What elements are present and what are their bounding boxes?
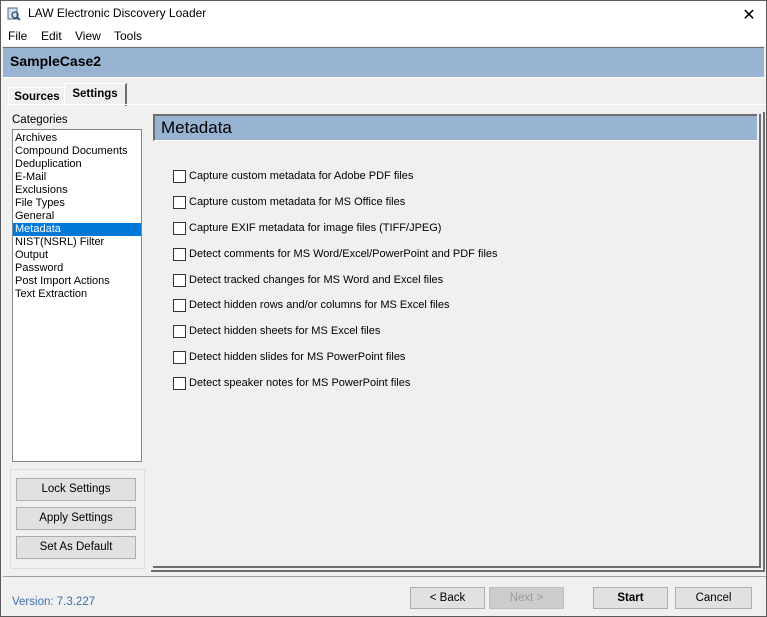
panel-title: Metadata	[161, 118, 232, 137]
option-detect-hidden-rows-columns[interactable]: Detect hidden rows and/or columns for MS…	[173, 297, 449, 313]
category-post-import-actions[interactable]: Post Import Actions	[13, 275, 141, 288]
case-name: SampleCase2	[10, 53, 102, 69]
category-archives[interactable]: Archives	[13, 132, 141, 145]
title-bar: LAW Electronic Discovery Loader ✕	[1, 1, 766, 28]
footer-divider	[3, 576, 766, 577]
tab-settings[interactable]: Settings	[64, 83, 127, 106]
menu-file[interactable]: File	[8, 29, 27, 43]
category-nist-filter[interactable]: NIST(NSRL) Filter	[13, 236, 141, 249]
option-label: Detect speaker notes for MS PowerPoint f…	[189, 377, 411, 389]
checkbox[interactable]	[173, 247, 186, 261]
category-general[interactable]: General	[13, 210, 141, 223]
metadata-panel: Metadata Capture custom metadata for Ado…	[153, 114, 761, 568]
checkbox[interactable]	[173, 195, 186, 209]
option-detect-speaker-notes[interactable]: Detect speaker notes for MS PowerPoint f…	[173, 375, 410, 391]
set-as-default-button[interactable]: Set As Default	[16, 536, 136, 559]
menu-tools[interactable]: Tools	[114, 29, 142, 43]
category-metadata[interactable]: Metadata	[13, 223, 141, 236]
category-password[interactable]: Password	[13, 262, 141, 275]
menu-view[interactable]: View	[75, 29, 101, 43]
category-file-types[interactable]: File Types	[13, 197, 141, 210]
version-label: Version: 7.3.227	[12, 596, 96, 608]
start-button[interactable]: Start	[593, 587, 668, 609]
option-detect-comments[interactable]: Detect comments for MS Word/Excel/PowerP…	[173, 246, 498, 262]
option-label: Capture custom metadata for Adobe PDF fi…	[189, 170, 414, 182]
option-label: Detect hidden sheets for MS Excel files	[189, 325, 381, 337]
checkbox[interactable]	[173, 350, 186, 364]
option-label: Detect hidden rows and/or columns for MS…	[189, 299, 450, 311]
categories-list[interactable]: Archives Compound Documents Deduplicatio…	[12, 129, 142, 462]
option-ms-office-metadata[interactable]: Capture custom metadata for MS Office fi…	[173, 194, 405, 210]
categories-label: Categories	[12, 114, 68, 126]
settings-button-group: Lock Settings Apply Settings Set As Defa…	[10, 469, 145, 569]
category-email[interactable]: E-Mail	[13, 171, 141, 184]
option-label: Detect hidden slides for MS PowerPoint f…	[189, 351, 406, 363]
option-label: Capture custom metadata for MS Office fi…	[189, 196, 406, 208]
option-label: Detect tracked changes for MS Word and E…	[189, 274, 444, 286]
case-header: SampleCase2	[3, 47, 764, 78]
checkbox[interactable]	[173, 221, 186, 235]
apply-settings-button[interactable]: Apply Settings	[16, 507, 136, 530]
tab-divider	[6, 104, 766, 105]
next-button[interactable]: Next >	[489, 587, 564, 609]
checkbox[interactable]	[173, 273, 186, 287]
close-icon: ✕	[742, 5, 756, 24]
option-detect-tracked-changes[interactable]: Detect tracked changes for MS Word and E…	[173, 272, 443, 288]
option-detect-hidden-sheets[interactable]: Detect hidden sheets for MS Excel files	[173, 323, 380, 339]
app-icon	[7, 7, 21, 21]
checkbox[interactable]	[173, 169, 186, 183]
category-compound-documents[interactable]: Compound Documents	[13, 145, 141, 158]
category-text-extraction[interactable]: Text Extraction	[13, 288, 141, 301]
option-detect-hidden-slides[interactable]: Detect hidden slides for MS PowerPoint f…	[173, 349, 405, 365]
menu-bar: File Edit View Tools	[1, 28, 766, 46]
cancel-button[interactable]: Cancel	[675, 587, 752, 609]
category-exclusions[interactable]: Exclusions	[13, 184, 141, 197]
category-output[interactable]: Output	[13, 249, 141, 262]
close-button[interactable]: ✕	[732, 1, 766, 28]
category-deduplication[interactable]: Deduplication	[13, 158, 141, 171]
checkbox[interactable]	[173, 324, 186, 338]
window-title: LAW Electronic Discovery Loader	[28, 6, 207, 20]
checkbox[interactable]	[173, 298, 186, 312]
option-adobe-pdf-metadata[interactable]: Capture custom metadata for Adobe PDF fi…	[173, 168, 413, 184]
lock-settings-button[interactable]: Lock Settings	[16, 478, 136, 501]
option-label: Capture EXIF metadata for image files (T…	[189, 222, 442, 234]
back-button[interactable]: < Back	[410, 587, 485, 609]
panel-header: Metadata	[153, 114, 757, 141]
checkbox[interactable]	[173, 376, 186, 390]
app-window: LAW Electronic Discovery Loader ✕ File E…	[0, 0, 767, 617]
option-label: Detect comments for MS Word/Excel/PowerP…	[189, 248, 498, 260]
menu-edit[interactable]: Edit	[41, 29, 62, 43]
option-exif-metadata[interactable]: Capture EXIF metadata for image files (T…	[173, 220, 441, 236]
